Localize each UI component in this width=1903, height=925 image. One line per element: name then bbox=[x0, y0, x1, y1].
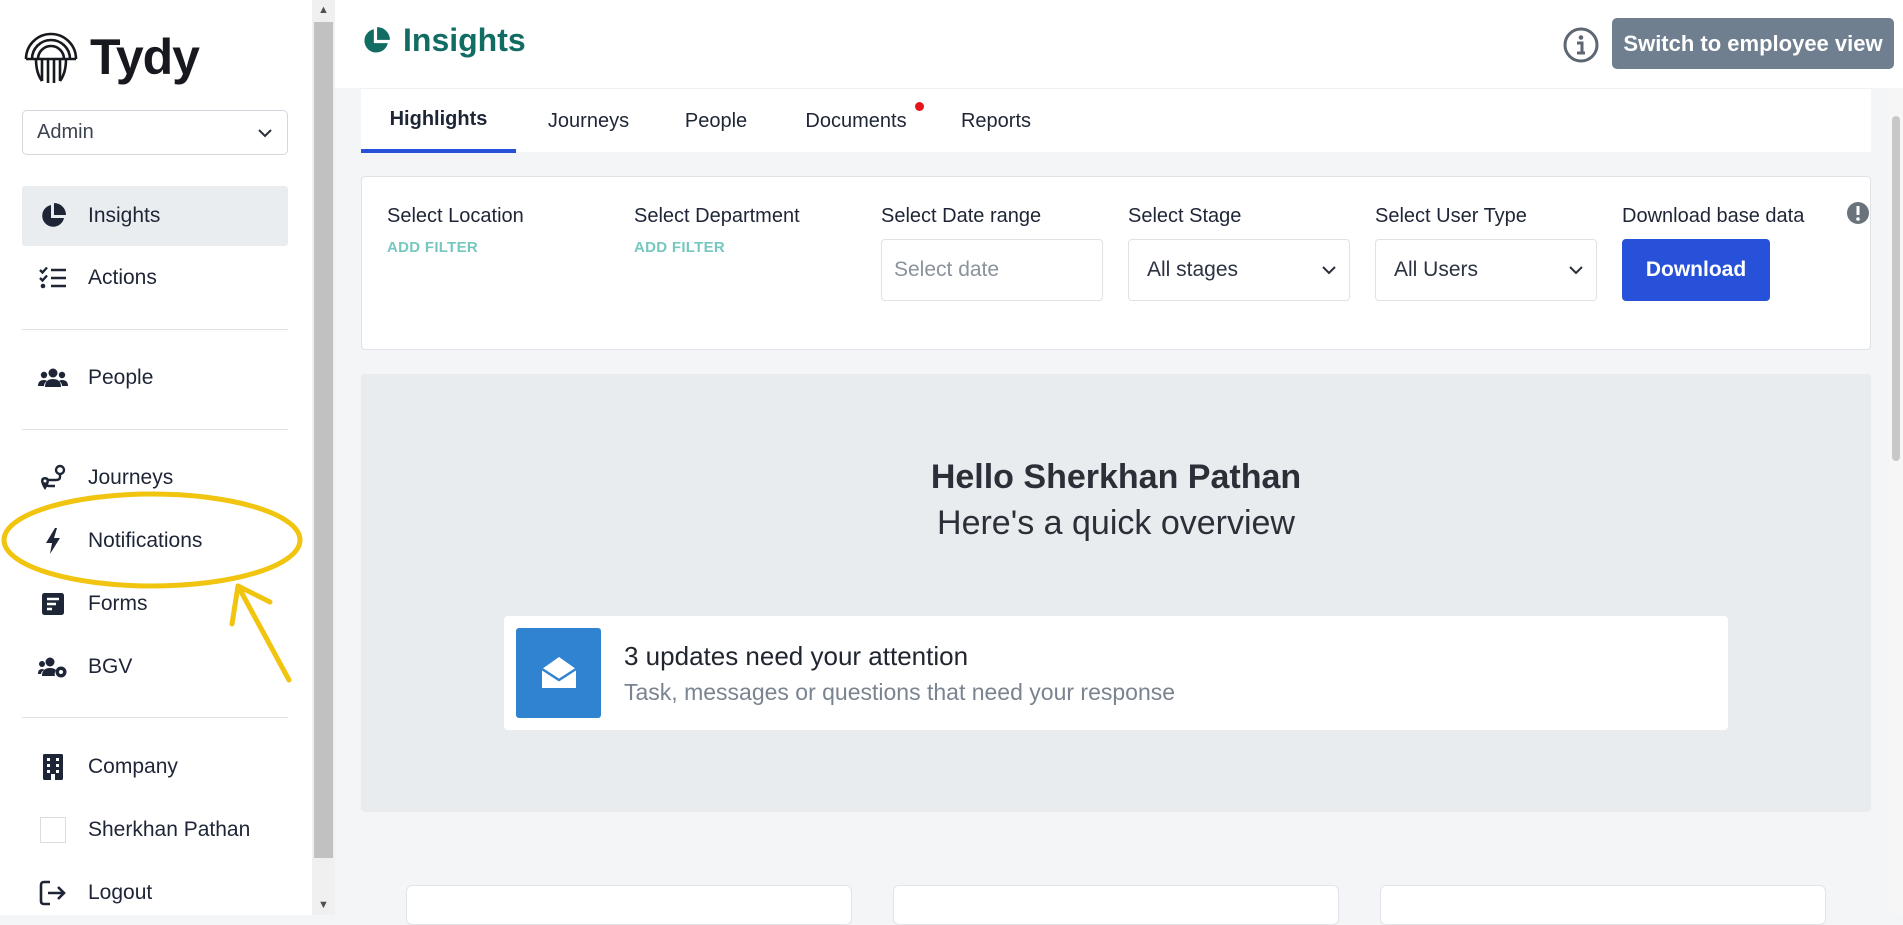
sidebar-item-people[interactable]: People bbox=[22, 348, 288, 408]
tab-label: Documents bbox=[805, 109, 907, 132]
pie-chart-icon bbox=[361, 26, 391, 56]
filter-department: Select Department ADD FILTER bbox=[634, 203, 860, 256]
app-logo[interactable]: Tydy bbox=[22, 28, 200, 86]
tab-journeys[interactable]: Journeys bbox=[516, 89, 661, 153]
sidebar-item-label: People bbox=[88, 366, 154, 389]
pie-chart-icon bbox=[38, 201, 68, 231]
sidebar-item-label: Notifications bbox=[88, 529, 203, 552]
chevron-down-icon bbox=[1569, 266, 1583, 275]
sidebar-divider bbox=[22, 329, 288, 330]
building-icon bbox=[38, 752, 68, 782]
sidebar-scrollbar[interactable]: ▲ ▼ bbox=[312, 0, 335, 915]
attention-title: 3 updates need your attention bbox=[624, 641, 969, 671]
attention-subtitle: Task, messages or questions that need yo… bbox=[624, 679, 1176, 705]
sidebar-item-label: Actions bbox=[88, 266, 157, 289]
chevron-down-icon bbox=[258, 128, 272, 137]
main-scrollbar[interactable] bbox=[1889, 88, 1903, 915]
tab-documents[interactable]: Documents bbox=[771, 89, 941, 153]
sidebar-divider bbox=[22, 429, 288, 430]
role-select-value: Admin bbox=[37, 121, 94, 143]
user-type-select-value: All Users bbox=[1394, 258, 1479, 281]
sidebar-item-label: Journeys bbox=[88, 466, 174, 489]
sidebar-item-label: Logout bbox=[88, 881, 153, 904]
users-gear-icon bbox=[38, 652, 68, 682]
sidebar-item-insights[interactable]: Insights bbox=[22, 186, 288, 246]
info-icon[interactable] bbox=[1562, 26, 1600, 64]
sidebar-item-label: Company bbox=[88, 755, 178, 778]
date-range-input[interactable]: Select date bbox=[881, 239, 1103, 301]
overview-panel: Hello Sherkhan Pathan Here's a quick ove… bbox=[361, 374, 1871, 812]
tab-reports[interactable]: Reports bbox=[941, 89, 1051, 153]
page-title: Insights bbox=[361, 22, 526, 59]
switch-to-employee-view-button[interactable]: Switch to employee view bbox=[1612, 18, 1894, 69]
sidebar: Tydy Admin Insights Actions People Journ… bbox=[0, 0, 312, 915]
sidebar-item-label: Forms bbox=[88, 592, 148, 615]
overview-subtitle: Here's a quick overview bbox=[937, 504, 1295, 542]
filter-label: Select Stage bbox=[1128, 205, 1242, 227]
add-location-filter-link[interactable]: ADD FILTER bbox=[387, 239, 613, 256]
stage-select-value: All stages bbox=[1147, 258, 1239, 281]
avatar bbox=[38, 815, 68, 845]
users-icon bbox=[38, 363, 68, 393]
sidebar-item-forms[interactable]: Forms bbox=[22, 574, 288, 634]
add-department-filter-link[interactable]: ADD FILTER bbox=[634, 239, 860, 256]
download-button[interactable]: Download bbox=[1622, 239, 1770, 301]
filter-label: Select Location bbox=[387, 205, 524, 227]
filter-date-range: Select Date range Select date bbox=[881, 203, 1107, 301]
filter-stage: Select Stage All stages bbox=[1128, 203, 1354, 301]
user-type-select[interactable]: All Users bbox=[1375, 239, 1597, 301]
filter-label: Select Department bbox=[634, 205, 800, 227]
sidebar-item-journeys[interactable]: Journeys bbox=[22, 448, 288, 508]
exclamation-icon[interactable] bbox=[1846, 201, 1870, 225]
tab-people[interactable]: People bbox=[661, 89, 771, 153]
stage-select[interactable]: All stages bbox=[1128, 239, 1350, 301]
sidebar-item-label: Insights bbox=[88, 204, 161, 227]
page-title-text: Insights bbox=[403, 22, 526, 58]
stat-card bbox=[893, 885, 1339, 925]
top-bar: Insights Switch to employee view bbox=[335, 0, 1903, 88]
tydy-logo-icon bbox=[24, 32, 78, 83]
scroll-up-arrow-icon[interactable]: ▲ bbox=[312, 0, 335, 20]
sidebar-item-label: BGV bbox=[88, 655, 133, 678]
checklist-icon bbox=[38, 263, 68, 293]
sidebar-item-user[interactable]: Sherkhan Pathan bbox=[22, 800, 288, 860]
stat-card bbox=[406, 885, 852, 925]
filter-location: Select Location ADD FILTER bbox=[387, 203, 613, 256]
sidebar-item-bgv[interactable]: BGV bbox=[22, 637, 288, 697]
scrollbar-thumb[interactable] bbox=[1892, 116, 1900, 461]
tab-bar: Highlights Journeys People Documents Rep… bbox=[361, 88, 1871, 153]
filter-label: Select Date range bbox=[881, 205, 1042, 227]
greeting: Hello Sherkhan Pathan bbox=[930, 458, 1302, 496]
filter-download: Download base data Download bbox=[1622, 203, 1822, 301]
route-icon bbox=[38, 463, 68, 493]
scrollbar-thumb[interactable] bbox=[314, 22, 333, 858]
stat-card bbox=[1380, 885, 1826, 925]
filter-panel: Select Location ADD FILTER Select Depart… bbox=[361, 176, 1871, 350]
sidebar-item-label: Sherkhan Pathan bbox=[88, 818, 251, 841]
main-content: Insights Switch to employee view Highlig… bbox=[335, 0, 1903, 925]
sidebar-divider bbox=[22, 717, 288, 718]
filter-user-type: Select User Type All Users bbox=[1375, 203, 1601, 301]
tab-highlights[interactable]: Highlights bbox=[361, 89, 516, 153]
sidebar-item-logout[interactable]: Logout bbox=[22, 863, 288, 923]
filter-label: Select User Type bbox=[1375, 205, 1527, 227]
sidebar-item-company[interactable]: Company bbox=[22, 737, 288, 797]
form-icon bbox=[38, 589, 68, 619]
logo-text: Tydy bbox=[90, 29, 200, 85]
role-select[interactable]: Admin bbox=[22, 110, 288, 155]
logout-icon bbox=[38, 878, 68, 908]
envelope-open-icon bbox=[516, 628, 601, 718]
filter-label: Download base data bbox=[1622, 205, 1805, 227]
sidebar-item-notifications[interactable]: Notifications bbox=[22, 511, 288, 571]
chevron-down-icon bbox=[1322, 266, 1336, 275]
notification-dot bbox=[915, 102, 924, 111]
scroll-down-arrow-icon[interactable]: ▼ bbox=[312, 895, 335, 915]
attention-card[interactable]: 3 updates need your attention Task, mess… bbox=[504, 616, 1728, 730]
lightning-bolt-icon bbox=[38, 526, 68, 556]
sidebar-item-actions[interactable]: Actions bbox=[22, 248, 288, 308]
